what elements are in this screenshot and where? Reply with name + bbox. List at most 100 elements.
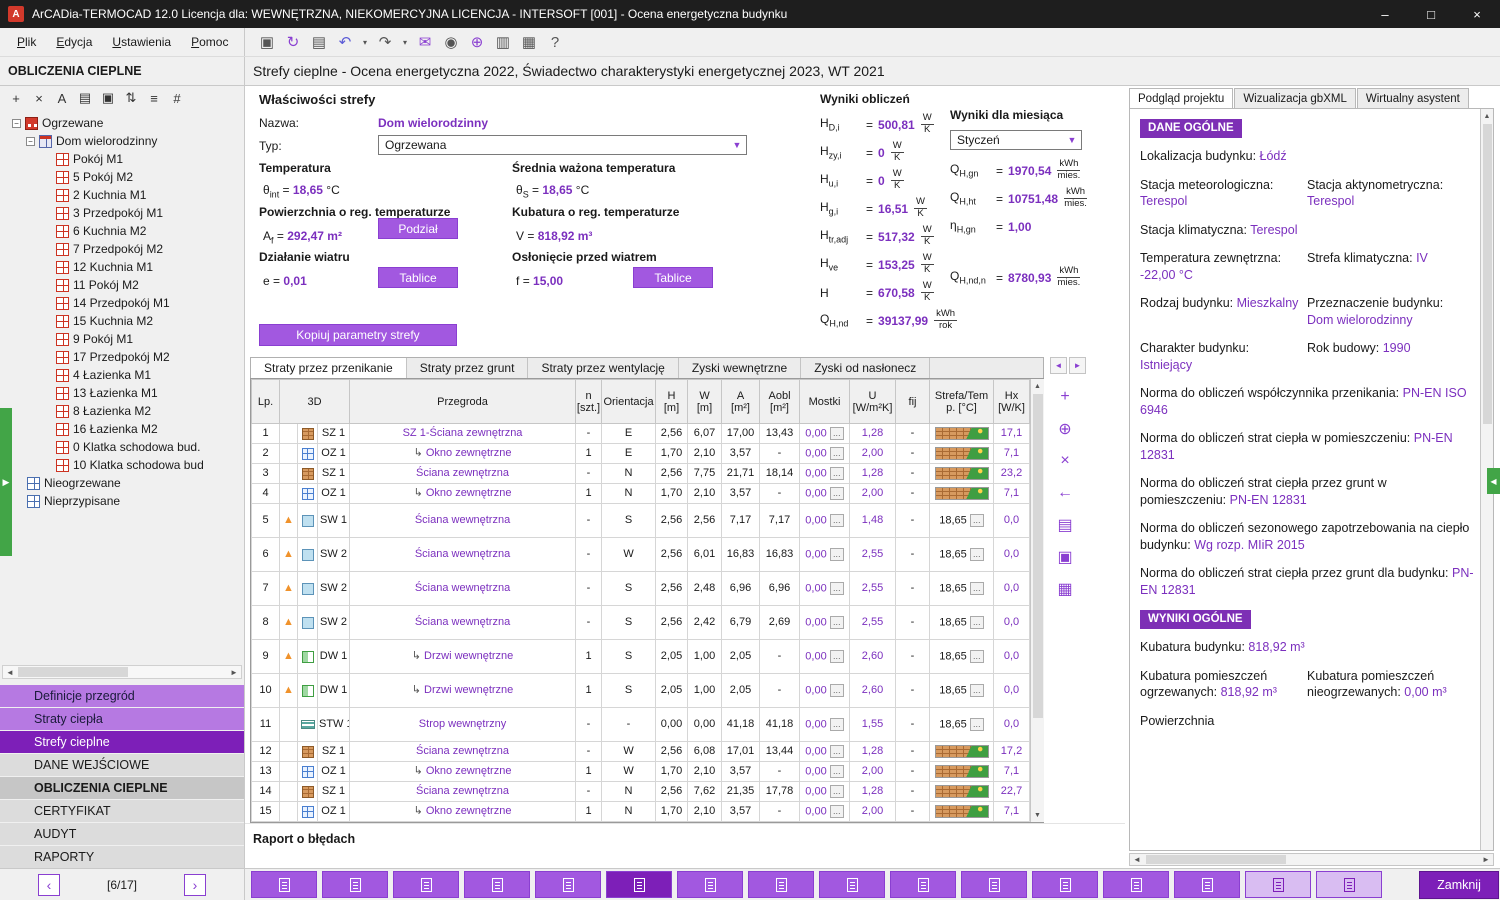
tree-item-room[interactable]: 9 Pokój M1: [56, 330, 244, 348]
table-row[interactable]: 15OZ 1↳ Okno zewnętrzne1N1,702,103,57-0,…: [252, 802, 1030, 822]
duplicate-icon[interactable]: ▣: [1054, 546, 1076, 568]
table-row[interactable]: 14SZ 1Ściana zewnętrzna-N2,567,6221,3517…: [252, 782, 1030, 802]
sidebar-item[interactable]: AUDYT: [0, 823, 244, 845]
table-vertical-scrollbar[interactable]: ▲ ▼: [1030, 379, 1044, 822]
bridges-details-button[interactable]: …: [830, 684, 844, 697]
refresh-icon[interactable]: ↻: [281, 30, 305, 54]
tree-item-room[interactable]: 13 Łazienka M1: [56, 384, 244, 402]
bottom-toolbar-button[interactable]: [819, 871, 885, 898]
bottom-toolbar-button[interactable]: [322, 871, 388, 898]
zone-details-button[interactable]: …: [970, 616, 984, 629]
bridges-details-button[interactable]: …: [830, 718, 844, 731]
bottom-toolbar-button[interactable]: [606, 871, 672, 898]
zone-details-button[interactable]: …: [970, 718, 984, 731]
copy-zone-params-button[interactable]: Kopiuj parametry strefy: [259, 324, 457, 346]
save-icon[interactable]: ▣: [255, 30, 279, 54]
redo-icon[interactable]: ↷: [373, 30, 397, 54]
bottom-toolbar-button[interactable]: [1245, 871, 1311, 898]
tree-item-room[interactable]: 6 Kuchnia M2: [56, 222, 244, 240]
table-tab[interactable]: Straty przez grunt: [407, 358, 529, 378]
tab-scroll-right-icon[interactable]: ►: [1069, 357, 1086, 374]
wind-tables-button[interactable]: Tablice: [378, 267, 458, 288]
bottom-toolbar-button[interactable]: [1174, 871, 1240, 898]
bottom-toolbar-button[interactable]: [251, 871, 317, 898]
tree-item-room[interactable]: 8 Łazienka M2: [56, 402, 244, 420]
bottom-toolbar-button[interactable]: [677, 871, 743, 898]
bridges-details-button[interactable]: …: [830, 785, 844, 798]
table-row[interactable]: 11STW 1Strop wewnętrzny--0,000,0041,1841…: [252, 708, 1030, 742]
delete-row-icon[interactable]: ×: [1054, 450, 1076, 472]
add-child-icon[interactable]: ⊕: [1054, 418, 1076, 440]
bottom-toolbar-button[interactable]: [464, 871, 530, 898]
bridges-details-button[interactable]: …: [830, 582, 844, 595]
table-row[interactable]: 7▲SW 2Ściana wewnętrzna-S2,562,486,966,9…: [252, 572, 1030, 606]
bridges-details-button[interactable]: …: [830, 447, 844, 460]
bridges-details-button[interactable]: …: [830, 514, 844, 527]
bridges-details-button[interactable]: …: [830, 745, 844, 758]
bridges-details-button[interactable]: …: [830, 427, 844, 440]
scroll-up-icon[interactable]: ▲: [1480, 109, 1494, 123]
sidebar-item[interactable]: Strefy cieplne: [0, 731, 244, 753]
right-panel-tab[interactable]: Wirtualny asystent: [1357, 88, 1469, 108]
scroll-left-icon[interactable]: ◄: [1130, 854, 1144, 866]
scroll-thumb[interactable]: [1483, 124, 1492, 424]
zone-details-button[interactable]: …: [970, 514, 984, 527]
tree-item-group[interactable]: Nieprzypisane: [12, 492, 244, 510]
target-icon[interactable]: ⊕: [465, 30, 489, 54]
scroll-thumb[interactable]: [18, 667, 128, 677]
tree-item-building[interactable]: −Dom wielorodzinny: [26, 132, 244, 150]
table-tab[interactable]: Straty przez wentylację: [528, 358, 678, 378]
table-row[interactable]: 1SZ 1SZ 1-Ściana zewnętrzna-E2,566,0717,…: [252, 424, 1030, 444]
calc-icon[interactable]: ▦: [1054, 578, 1076, 600]
scroll-up-icon[interactable]: ▲: [1031, 379, 1045, 393]
bridges-details-button[interactable]: …: [830, 650, 844, 663]
tree-item-group[interactable]: Nieogrzewane: [12, 474, 244, 492]
tree-item-room[interactable]: 0 Klatka schodowa bud.: [56, 438, 244, 456]
undo-icon[interactable]: ↶: [333, 30, 357, 54]
zone-details-button[interactable]: …: [970, 582, 984, 595]
assign-icon[interactable]: ←: [1054, 482, 1076, 504]
scroll-right-icon[interactable]: ►: [227, 666, 241, 678]
zone-details-button[interactable]: …: [970, 684, 984, 697]
scroll-thumb[interactable]: [1033, 394, 1043, 718]
bridges-details-button[interactable]: …: [830, 616, 844, 629]
right-horizontal-scrollbar[interactable]: ◄ ►: [1129, 853, 1494, 866]
right-panel-tab[interactable]: Podgląd projektu: [1129, 88, 1233, 108]
sidebar-item[interactable]: DANE WEJŚCIOWE: [0, 754, 244, 776]
collapse-icon[interactable]: −: [26, 137, 35, 146]
delete-icon[interactable]: ×: [29, 88, 49, 108]
screenshot-icon[interactable]: ◉: [439, 30, 463, 54]
print-preview-icon[interactable]: ▤: [307, 30, 331, 54]
scroll-thumb[interactable]: [1146, 855, 1286, 864]
right-panel-tab[interactable]: Wizualizacja gbXML: [1234, 88, 1356, 108]
table-row[interactable]: 9▲DW 1↳ Drzwi wewnętrzne1S2,051,002,05-0…: [252, 640, 1030, 674]
pager-prev-button[interactable]: ‹: [38, 874, 60, 896]
bottom-toolbar-button[interactable]: [535, 871, 601, 898]
close-button[interactable]: Zamknij: [1419, 871, 1499, 899]
menu-item[interactable]: Edycja: [47, 31, 101, 53]
scroll-right-icon[interactable]: ►: [1479, 854, 1493, 866]
rename-icon[interactable]: A: [52, 88, 72, 108]
report-icon[interactable]: ▤: [75, 88, 95, 108]
table-row[interactable]: 10▲DW 1↳ Drzwi wewnętrzne1S2,051,002,05-…: [252, 674, 1030, 708]
shelter-tables-button[interactable]: Tablice: [633, 267, 713, 288]
redo-menu-icon[interactable]: ▾: [399, 30, 411, 54]
menu-item[interactable]: Ustawienia: [103, 31, 180, 53]
tree-item-room[interactable]: 15 Kuchnia M2: [56, 312, 244, 330]
tree-item-room[interactable]: Pokój M1: [56, 150, 244, 168]
table-row[interactable]: 8▲SW 2Ściana wewnętrzna-S2,562,426,792,6…: [252, 606, 1030, 640]
left-panel-toggle[interactable]: ▶: [0, 408, 12, 556]
area-split-button[interactable]: Podział: [378, 218, 458, 239]
zone-details-button[interactable]: …: [970, 548, 984, 561]
sidebar-item[interactable]: RAPORTY: [0, 846, 244, 868]
table-tab[interactable]: Zyski wewnętrzne: [679, 358, 801, 378]
zone-details-button[interactable]: …: [970, 650, 984, 663]
bottom-toolbar-button[interactable]: [748, 871, 814, 898]
sort-icon[interactable]: ⇅: [121, 88, 141, 108]
undo-menu-icon[interactable]: ▾: [359, 30, 371, 54]
scroll-down-icon[interactable]: ▼: [1031, 808, 1045, 822]
tree-item-room[interactable]: 14 Przedpokój M1: [56, 294, 244, 312]
send-icon[interactable]: ✉: [413, 30, 437, 54]
tree-item-room[interactable]: 7 Przedpokój M2: [56, 240, 244, 258]
table-row[interactable]: 4OZ 1↳ Okno zewnętrzne1N1,702,103,57-0,0…: [252, 484, 1030, 504]
